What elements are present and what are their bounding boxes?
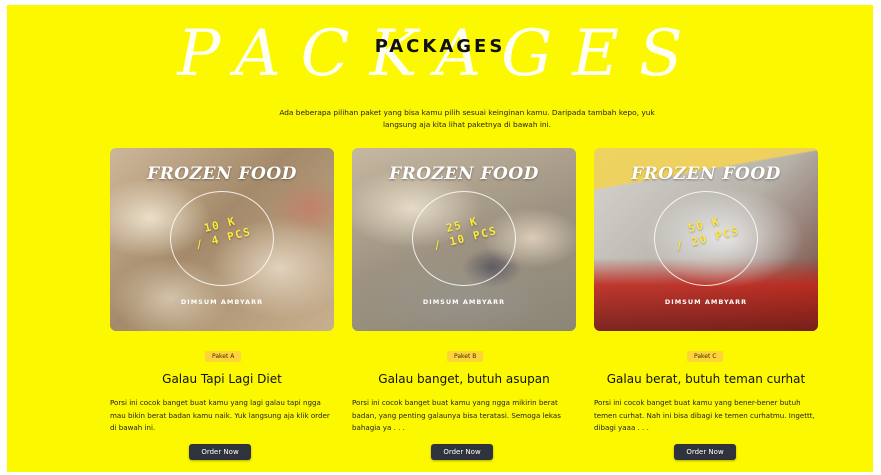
- package-title: Galau Tapi Lagi Diet: [162, 372, 282, 386]
- package-image-c: FROZEN FOOD 50 K / 20 PCS DIMSUM AMBYARR: [594, 148, 818, 331]
- section-title: PACKAGES: [374, 36, 506, 57]
- package-card-c: FROZEN FOOD 50 K / 20 PCS DIMSUM AMBYARR…: [594, 148, 818, 466]
- package-image-a: FROZEN FOOD 10 K / 4 PCS DIMSUM AMBYARR: [110, 148, 334, 331]
- image-shop-name: DIMSUM AMBYARR: [422, 298, 506, 306]
- order-now-button[interactable]: Order Now: [189, 444, 251, 460]
- image-brand-text: FROZEN FOOD: [631, 164, 781, 184]
- image-brand-text: FROZEN FOOD: [147, 164, 297, 184]
- package-description: Porsi ini cocok banget buat kamu yang ng…: [352, 398, 561, 432]
- image-shop-name: DIMSUM AMBYARR: [180, 298, 264, 306]
- package-badge: Paket B: [447, 351, 484, 362]
- image-shop-name: DIMSUM AMBYARR: [664, 298, 748, 306]
- package-title: Galau banget, butuh asupan: [378, 372, 550, 386]
- package-card-a: FROZEN FOOD 10 K / 4 PCS DIMSUM AMBYARR …: [110, 148, 334, 466]
- package-card-b: FROZEN FOOD 25 K / 10 PCS DIMSUM AMBYARR…: [352, 148, 576, 466]
- order-now-button[interactable]: Order Now: [431, 444, 493, 460]
- package-title: Galau berat, butuh teman curhat: [606, 372, 806, 386]
- package-badge: Paket A: [205, 351, 242, 362]
- order-now-button[interactable]: Order Now: [674, 444, 736, 460]
- section-intro: Ada beberapa pilihan paket yang bisa kam…: [279, 108, 655, 129]
- package-description: Porsi ini cocok banget buat kamu yang be…: [594, 398, 815, 432]
- image-brand-text: FROZEN FOOD: [389, 164, 539, 184]
- package-badge: Paket C: [687, 351, 724, 362]
- package-description: Porsi ini cocok banget buat kamu yang la…: [110, 398, 330, 432]
- packages-section: PACKAGES PACKAGES Ada beberapa pilihan p…: [7, 5, 873, 472]
- package-image-b: FROZEN FOOD 25 K / 10 PCS DIMSUM AMBYARR: [352, 148, 576, 331]
